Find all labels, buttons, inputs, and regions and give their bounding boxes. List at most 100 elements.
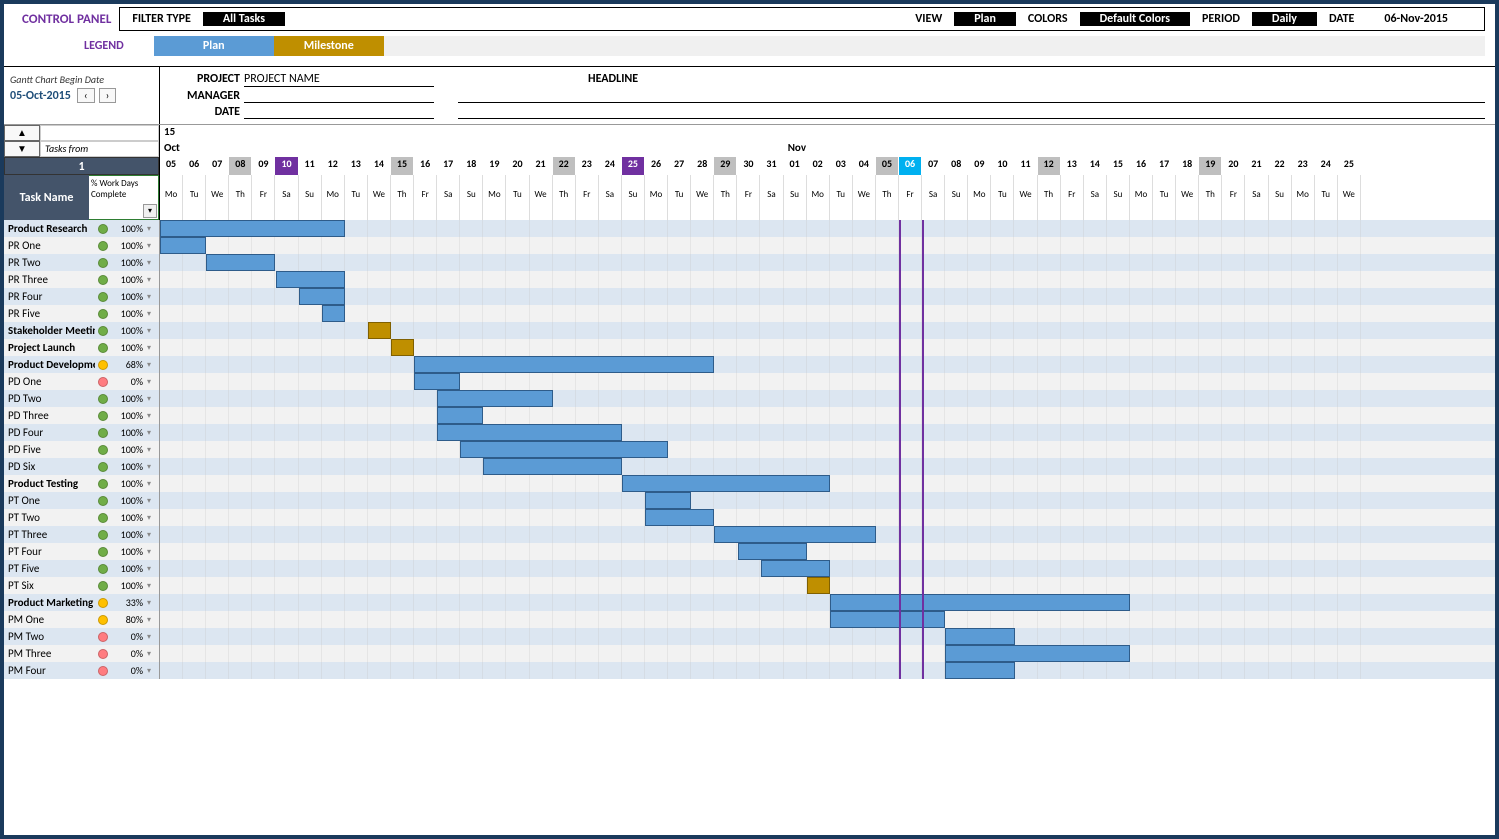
day-number[interactable]: 05 xyxy=(876,157,899,175)
row-dropdown-icon[interactable]: ▾ xyxy=(147,224,159,234)
day-number[interactable]: 24 xyxy=(599,157,622,175)
filter-type-value[interactable]: All Tasks xyxy=(203,12,285,26)
task-name[interactable]: Stakeholder Meeting xyxy=(4,324,95,337)
day-number[interactable]: 07 xyxy=(206,157,229,175)
day-number[interactable]: 22 xyxy=(1269,157,1292,175)
row-dropdown-icon[interactable]: ▾ xyxy=(147,496,159,506)
task-name[interactable]: PT Three xyxy=(4,528,95,541)
row-dropdown-icon[interactable]: ▾ xyxy=(147,479,159,489)
gantt-bar[interactable] xyxy=(299,288,345,305)
prev-date-button[interactable]: ‹ xyxy=(77,88,95,103)
gantt-bar[interactable] xyxy=(437,407,483,424)
day-number[interactable]: 09 xyxy=(252,157,275,175)
gantt-bar[interactable] xyxy=(830,594,1130,611)
date-value[interactable]: 06-Nov-2015 xyxy=(1366,12,1466,26)
day-number[interactable]: 28 xyxy=(691,157,714,175)
day-number[interactable]: 25 xyxy=(1338,157,1361,175)
task-name[interactable]: Product Marketing xyxy=(4,596,95,609)
gantt-bar[interactable] xyxy=(437,424,622,441)
task-name[interactable]: PT One xyxy=(4,494,95,507)
colors-value[interactable]: Default Colors xyxy=(1080,12,1190,26)
day-number[interactable]: 13 xyxy=(1061,157,1084,175)
day-number[interactable]: 30 xyxy=(737,157,760,175)
day-number[interactable]: 15 xyxy=(1107,157,1130,175)
task-name[interactable]: PR Three xyxy=(4,273,95,286)
begin-date-value[interactable]: 05-Oct-2015 xyxy=(10,87,71,103)
gantt-bar[interactable] xyxy=(761,560,830,577)
gantt-bar[interactable] xyxy=(206,254,275,271)
meta-date-value[interactable] xyxy=(244,105,434,119)
row-dropdown-icon[interactable]: ▾ xyxy=(147,326,159,336)
row-dropdown-icon[interactable]: ▾ xyxy=(147,547,159,557)
day-number[interactable]: 22 xyxy=(553,157,576,175)
scroll-down-button[interactable]: ▼ xyxy=(4,141,40,157)
row-dropdown-icon[interactable]: ▾ xyxy=(147,462,159,472)
gantt-bar[interactable] xyxy=(160,237,206,254)
task-name[interactable]: PM Four xyxy=(4,664,95,677)
pct-complete-header[interactable]: % Work Days Complete ▾ xyxy=(89,175,159,220)
row-dropdown-icon[interactable]: ▾ xyxy=(147,530,159,540)
gantt-bar[interactable] xyxy=(945,662,1014,679)
row-dropdown-icon[interactable]: ▾ xyxy=(147,241,159,251)
day-number[interactable]: 11 xyxy=(1014,157,1037,175)
gantt-bar[interactable] xyxy=(945,628,1014,645)
gantt-bar[interactable] xyxy=(738,543,807,560)
day-number[interactable]: 03 xyxy=(830,157,853,175)
day-number[interactable]: 06 xyxy=(183,157,206,175)
row-dropdown-icon[interactable]: ▾ xyxy=(147,377,159,387)
next-date-button[interactable]: › xyxy=(99,88,117,103)
row-dropdown-icon[interactable]: ▾ xyxy=(147,292,159,302)
gantt-bar[interactable] xyxy=(437,390,553,407)
row-dropdown-icon[interactable]: ▾ xyxy=(147,581,159,591)
task-name[interactable]: PT Six xyxy=(4,579,95,592)
day-number[interactable]: 20 xyxy=(506,157,529,175)
day-number[interactable]: 19 xyxy=(483,157,506,175)
task-name[interactable]: PT Two xyxy=(4,511,95,524)
gantt-milestone[interactable] xyxy=(368,322,391,339)
day-number[interactable]: 20 xyxy=(1222,157,1245,175)
pct-filter-dropdown-icon[interactable]: ▾ xyxy=(143,204,157,218)
task-name[interactable]: Product Research xyxy=(4,222,95,235)
day-number[interactable]: 31 xyxy=(760,157,783,175)
row-dropdown-icon[interactable]: ▾ xyxy=(147,343,159,353)
manager-value[interactable] xyxy=(244,89,434,103)
day-number[interactable]: 15 xyxy=(391,157,414,175)
gantt-bar[interactable] xyxy=(645,492,691,509)
headline-value[interactable] xyxy=(458,89,1485,103)
row-dropdown-icon[interactable]: ▾ xyxy=(147,598,159,608)
day-number[interactable]: 04 xyxy=(853,157,876,175)
gantt-bar[interactable] xyxy=(322,305,345,322)
gantt-bar[interactable] xyxy=(276,271,345,288)
day-number[interactable]: 05 xyxy=(160,157,183,175)
row-dropdown-icon[interactable]: ▾ xyxy=(147,445,159,455)
day-number[interactable]: 17 xyxy=(437,157,460,175)
day-number[interactable]: 14 xyxy=(368,157,391,175)
row-dropdown-icon[interactable]: ▾ xyxy=(147,394,159,404)
day-number[interactable]: 23 xyxy=(1292,157,1315,175)
gantt-bar[interactable] xyxy=(622,475,830,492)
gantt-bar[interactable] xyxy=(483,458,622,475)
task-name[interactable]: PM Three xyxy=(4,647,95,660)
day-number[interactable]: 14 xyxy=(1084,157,1107,175)
task-name[interactable]: PR Five xyxy=(4,307,95,320)
task-name[interactable]: PM Two xyxy=(4,630,95,643)
day-number[interactable]: 16 xyxy=(414,157,437,175)
view-value[interactable]: Plan xyxy=(954,12,1016,26)
task-name[interactable]: Product Testing xyxy=(4,477,95,490)
task-name[interactable]: PD Four xyxy=(4,426,95,439)
day-number[interactable]: 27 xyxy=(668,157,691,175)
project-value[interactable]: PROJECT NAME xyxy=(244,72,434,87)
task-name[interactable]: PR Two xyxy=(4,256,95,269)
gantt-bar[interactable] xyxy=(645,509,714,526)
gantt-bar[interactable] xyxy=(460,441,668,458)
day-number[interactable]: 01 xyxy=(784,157,807,175)
day-number[interactable]: 18 xyxy=(460,157,483,175)
day-number[interactable]: 07 xyxy=(922,157,945,175)
day-number[interactable]: 26 xyxy=(645,157,668,175)
period-value[interactable]: Daily xyxy=(1252,12,1317,26)
day-number[interactable]: 24 xyxy=(1315,157,1338,175)
day-number[interactable]: 10 xyxy=(275,157,298,175)
row-dropdown-icon[interactable]: ▾ xyxy=(147,666,159,676)
row-dropdown-icon[interactable]: ▾ xyxy=(147,513,159,523)
day-number[interactable]: 18 xyxy=(1176,157,1199,175)
